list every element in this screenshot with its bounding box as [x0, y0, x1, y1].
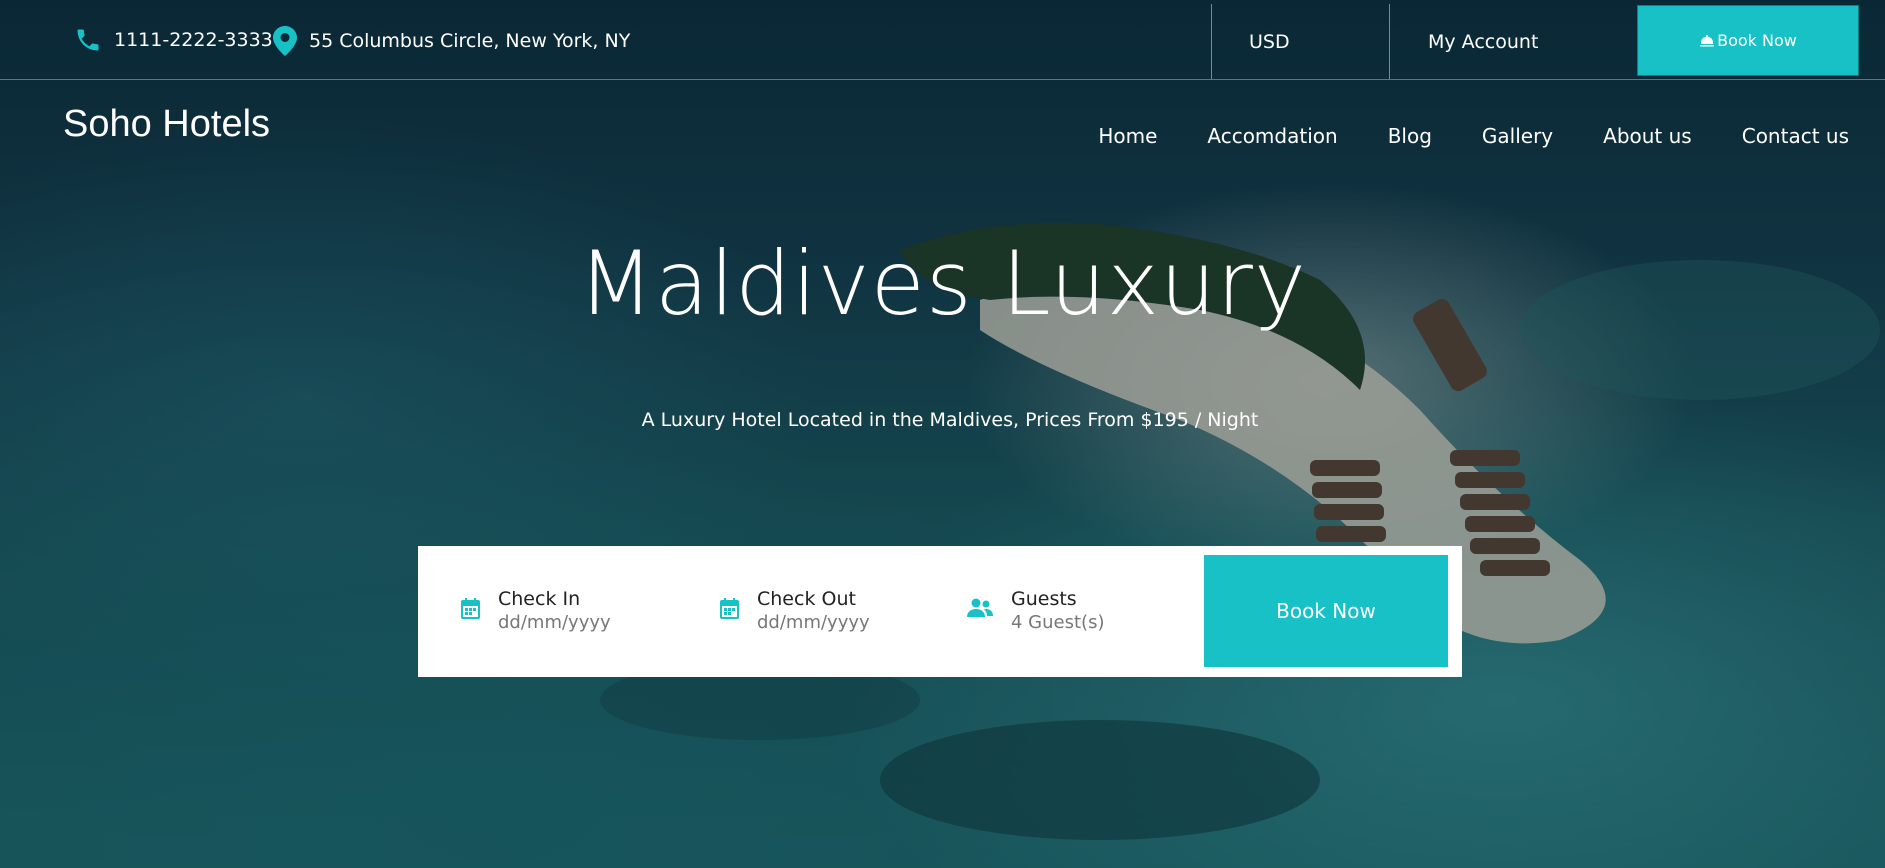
phone-contact[interactable]: 1111-2222-3333 [74, 26, 273, 54]
booking-form: Check In dd/mm/yyyy Check Out dd/mm/yyyy… [418, 546, 1462, 677]
nav-blog[interactable]: Blog [1388, 124, 1432, 148]
guests-field[interactable]: Guests 4 Guest(s) [967, 588, 1104, 633]
nav-gallery[interactable]: Gallery [1482, 124, 1553, 148]
book-now-button[interactable]: Book Now [1204, 555, 1448, 667]
currency-selector[interactable]: USD [1249, 31, 1290, 53]
check-out-field[interactable]: Check Out dd/mm/yyyy [720, 588, 870, 633]
check-in-field[interactable]: Check In dd/mm/yyyy [461, 588, 611, 633]
nav-about-us[interactable]: About us [1603, 124, 1692, 148]
check-in-label: Check In [498, 588, 581, 610]
map-pin-icon [273, 26, 297, 56]
users-icon [967, 598, 993, 633]
check-out-label: Check Out [757, 588, 856, 610]
calendar-icon [461, 598, 480, 633]
divider [1211, 4, 1212, 79]
check-in-placeholder: dd/mm/yyyy [498, 612, 611, 633]
top-book-now-button[interactable]: Book Now [1637, 5, 1859, 76]
phone-icon [74, 26, 102, 54]
brand-logo[interactable]: Soho Hotels [63, 103, 270, 146]
guests-value: 4 Guest(s) [1011, 612, 1105, 633]
nav-accomdation[interactable]: Accomdation [1207, 124, 1337, 148]
hero-subtitle: A Luxury Hotel Located in the Maldives, … [641, 409, 1259, 431]
hero-title: Maldives Luxury [577, 232, 1307, 335]
main-nav: Home Accomdation Blog Gallery About us C… [1098, 124, 1849, 148]
nav-home[interactable]: Home [1098, 124, 1157, 148]
top-book-now-label: Book Now [1717, 31, 1797, 50]
guests-label: Guests [1011, 588, 1077, 610]
divider [1389, 4, 1390, 79]
my-account-link[interactable]: My Account [1428, 31, 1538, 53]
bell-icon [1699, 34, 1715, 47]
nav-contact-us[interactable]: Contact us [1742, 124, 1849, 148]
phone-number: 1111-2222-3333 [114, 29, 273, 51]
calendar-icon [720, 598, 739, 633]
check-out-placeholder: dd/mm/yyyy [757, 612, 870, 633]
address-contact[interactable]: 55 Columbus Circle, New York, NY [273, 26, 630, 56]
top-bar: 1111-2222-3333 55 Columbus Circle, New Y… [0, 0, 1885, 80]
address-text: 55 Columbus Circle, New York, NY [309, 30, 631, 52]
